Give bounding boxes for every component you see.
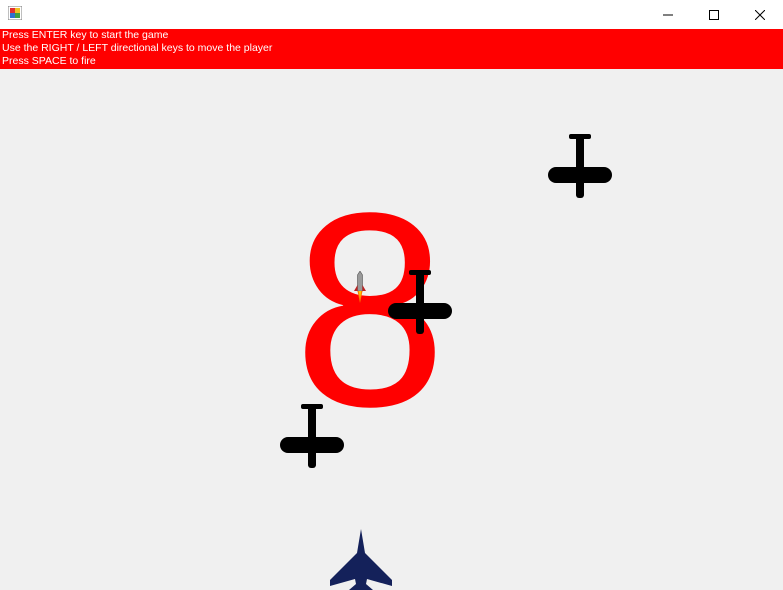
maximize-icon bbox=[709, 9, 719, 20]
title-bar bbox=[0, 0, 783, 29]
missile-icon bbox=[354, 271, 366, 303]
instructions-banner: Press ENTER key to start the game Use th… bbox=[0, 29, 783, 69]
instruction-fire: Press SPACE to fire bbox=[2, 55, 96, 67]
enemy-plane-icon bbox=[280, 404, 344, 468]
maximize-button[interactable] bbox=[691, 0, 737, 29]
player-jet-icon[interactable] bbox=[328, 529, 394, 590]
enemy-plane-icon bbox=[548, 134, 612, 198]
close-icon bbox=[755, 9, 765, 20]
close-button[interactable] bbox=[737, 0, 783, 29]
minimize-button[interactable] bbox=[645, 0, 691, 29]
app-icon bbox=[8, 6, 22, 20]
minimize-icon bbox=[663, 14, 673, 15]
instruction-move: Use the RIGHT / LEFT directional keys to… bbox=[2, 42, 273, 54]
instruction-start: Press ENTER key to start the game bbox=[2, 29, 169, 41]
enemy-plane-icon bbox=[388, 270, 452, 334]
